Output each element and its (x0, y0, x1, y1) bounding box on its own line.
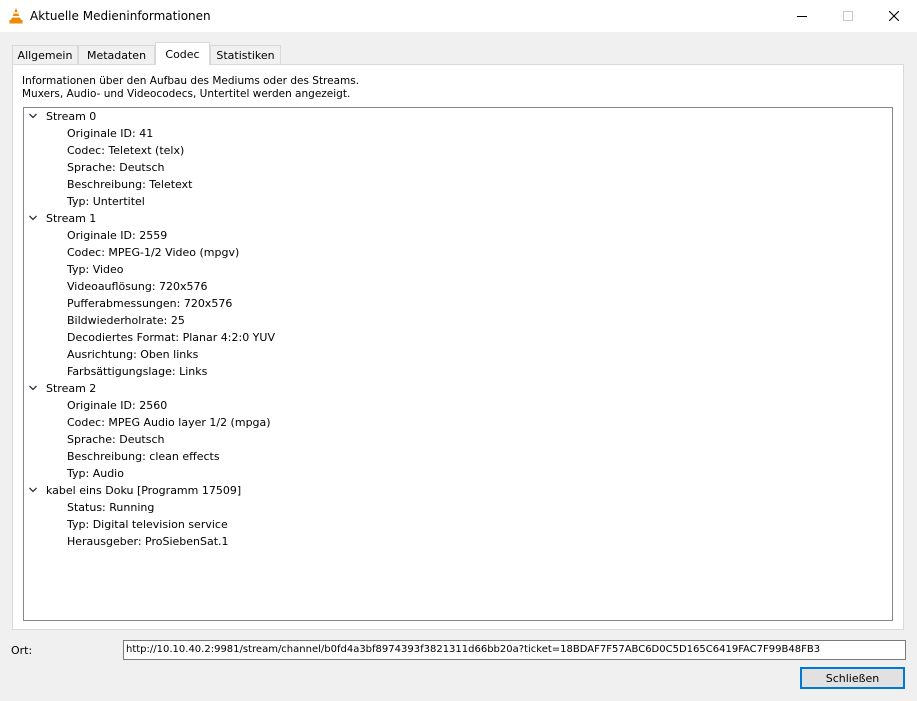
location-field[interactable]: http://10.10.40.2:9981/stream/channel/b0… (123, 640, 906, 660)
tree-item[interactable]: Codec: Teletext (telx) (67, 142, 184, 159)
tree-node-label: Stream 2 (46, 382, 97, 395)
codec-panel: Informationen über den Aufbau des Medium… (12, 64, 904, 630)
tree-item[interactable]: Typ: Untertitel (67, 193, 145, 210)
tree-item[interactable]: Videoauflösung: 720x576 (67, 278, 208, 295)
tree-item[interactable]: Sprache: Deutsch (67, 159, 165, 176)
tree-item[interactable]: Bildwiederholrate: 25 (67, 312, 185, 329)
description-line-2: Muxers, Audio- und Videocodecs, Untertit… (22, 88, 351, 100)
tree-node-label: kabel eins Doku [Programm 17509] (46, 484, 242, 497)
tree-item[interactable]: Decodiertes Format: Planar 4:2:0 YUV (67, 329, 275, 346)
tree-item[interactable]: Beschreibung: Teletext (67, 176, 192, 193)
close-button[interactable]: Schließen (800, 667, 905, 689)
chevron-down-icon[interactable] (28, 111, 38, 121)
tree-item[interactable]: Codec: MPEG-1/2 Video (mpgv) (67, 244, 239, 261)
maximize-button[interactable] (825, 0, 871, 32)
tree-item[interactable]: Codec: MPEG Audio layer 1/2 (mpga) (67, 414, 271, 431)
tab-metadaten[interactable]: Metadaten (78, 45, 155, 64)
tree-item[interactable]: Typ: Audio (67, 465, 124, 482)
tree-item[interactable]: Beschreibung: clean effects (67, 448, 220, 465)
tree-item[interactable]: Originale ID: 2559 (67, 227, 167, 244)
close-icon (889, 11, 899, 21)
window-close-button[interactable] (871, 0, 917, 32)
maximize-icon (843, 11, 853, 21)
tab-statistiken[interactable]: Statistiken (210, 45, 281, 64)
tree-item[interactable]: Status: Running (67, 499, 154, 516)
chevron-down-icon[interactable] (28, 213, 38, 223)
tree-item[interactable]: Ausrichtung: Oben links (67, 346, 198, 363)
vlc-cone-icon (9, 8, 23, 24)
tab-allgemein[interactable]: Allgemein (12, 45, 78, 64)
chevron-down-icon[interactable] (28, 485, 38, 495)
minimize-icon (797, 16, 807, 17)
description-line-1: Informationen über den Aufbau des Medium… (22, 75, 360, 87)
window-title: Aktuelle Medieninformationen (30, 9, 211, 23)
tree-item[interactable]: Pufferabmessungen: 720x576 (67, 295, 232, 312)
title-bar: Aktuelle Medieninformationen (0, 0, 917, 32)
tree-item[interactable]: Typ: Digital television service (67, 516, 228, 533)
tab-codec[interactable]: Codec (155, 42, 210, 65)
chevron-down-icon[interactable] (28, 383, 38, 393)
tree-item[interactable]: Originale ID: 2560 (67, 397, 167, 414)
codec-tree-view[interactable]: Stream 0 Originale ID: 41 Codec: Teletext … (23, 107, 893, 621)
tree-item[interactable]: Typ: Video (67, 261, 124, 278)
tree-node-label: Stream 1 (46, 212, 97, 225)
tree-item[interactable]: Herausgeber: ProSiebenSat.1 (67, 533, 229, 550)
minimize-button[interactable] (779, 0, 825, 32)
tree-node-label: Stream 0 (46, 110, 97, 123)
tree-item[interactable]: Sprache: Deutsch (67, 431, 165, 448)
tree-item[interactable]: Originale ID: 41 (67, 125, 153, 142)
description-text: Informationen über den Aufbau des Medium… (22, 75, 359, 101)
tree-item[interactable]: Farbsättigungslage: Links (67, 363, 207, 380)
location-label: Ort: (11, 644, 33, 657)
